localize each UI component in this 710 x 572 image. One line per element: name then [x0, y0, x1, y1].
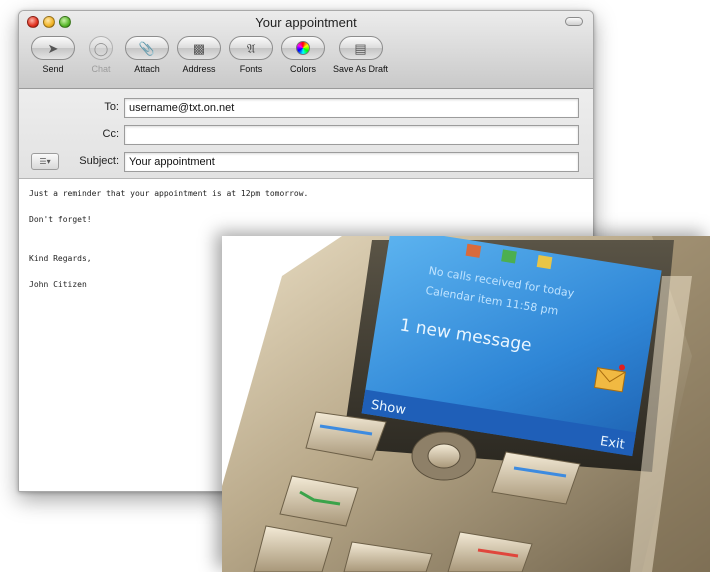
send-button[interactable]: ➤ Send — [31, 36, 75, 74]
cc-label: Cc: — [102, 128, 120, 140]
toolbar: ➤ Send ◯ Chat 📎 Attach ▩ Address 𝔄 Fonts… — [19, 36, 593, 86]
status-icon — [465, 243, 482, 258]
save-as-draft-label: Save As Draft — [333, 64, 389, 74]
status-icon — [501, 249, 517, 264]
colors-label: Colors — [289, 64, 316, 74]
fonts-icon: 𝔄 — [229, 36, 273, 60]
to-row: To: username@txt.on.net — [19, 98, 593, 118]
to-field[interactable]: username@txt.on.net — [124, 98, 579, 118]
stage: Your appointment ➤ Send ◯ Chat 📎 Attach … — [0, 0, 710, 572]
address-label: Address — [182, 64, 216, 74]
subject-label: Subject: — [79, 155, 119, 167]
fonts-label: Fonts — [239, 64, 263, 74]
body-line: Don't forget! — [29, 215, 92, 224]
address-button[interactable]: ▩ Address — [177, 36, 221, 74]
chat-button[interactable]: ◯ Chat — [89, 36, 113, 74]
cc-field[interactable] — [124, 125, 579, 145]
mobile-phone-photo: No calls received for today Calendar ite… — [222, 236, 710, 572]
body-line: Just a reminder that your appointment is… — [29, 189, 309, 198]
title-bar: Your appointment ➤ Send ◯ Chat 📎 Attach … — [19, 11, 593, 89]
chat-label: Chat — [91, 64, 111, 74]
paperclip-icon: 📎 — [125, 36, 169, 60]
colors-button[interactable]: Colors — [281, 36, 325, 74]
toolbar-toggle-button[interactable] — [565, 17, 583, 26]
subject-row: ☰▾ Subject: Your appointment — [19, 152, 593, 172]
list-icon[interactable]: ☰▾ — [31, 153, 59, 170]
save-as-draft-button[interactable]: ▤ Save As Draft — [333, 36, 388, 74]
attach-label: Attach — [134, 64, 160, 74]
fonts-button[interactable]: 𝔄 Fonts — [229, 36, 273, 74]
message-headers: To: username@txt.on.net Cc: ☰▾ Subject: … — [19, 89, 593, 179]
phone-illustration: No calls received for today Calendar ite… — [222, 236, 710, 572]
send-label: Send — [42, 64, 64, 74]
subject-field[interactable]: Your appointment — [124, 152, 579, 172]
select-key[interactable] — [427, 443, 461, 469]
chat-icon: ◯ — [89, 36, 113, 60]
status-icon — [536, 255, 553, 270]
to-label: To: — [104, 101, 119, 113]
color-wheel-icon — [281, 36, 325, 60]
cc-row: Cc: — [19, 125, 593, 145]
attach-button[interactable]: 📎 Attach — [125, 36, 169, 74]
send-icon: ➤ — [31, 36, 75, 60]
window-title: Your appointment — [255, 15, 357, 30]
draft-icon: ▤ — [338, 36, 383, 60]
address-book-icon: ▩ — [177, 36, 221, 60]
